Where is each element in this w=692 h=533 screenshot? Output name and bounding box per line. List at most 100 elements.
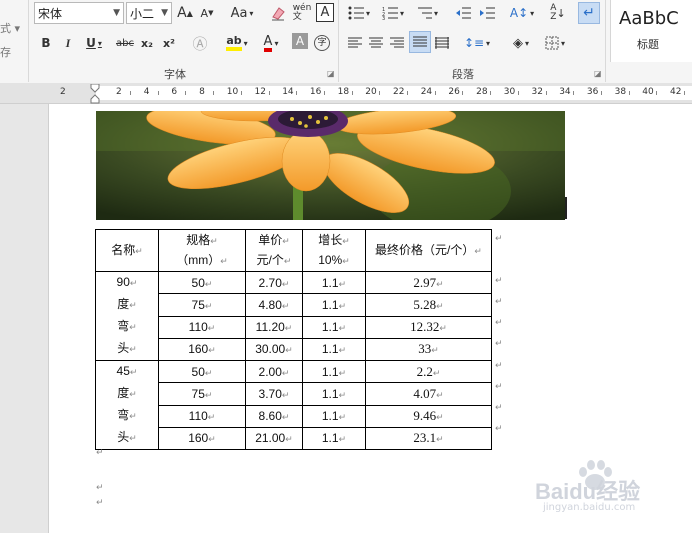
unit-price-cell[interactable]: 2.70↵ [245,270,303,295]
header-line-1: 最终价格（元/个） [375,242,475,257]
grow-font-button[interactable]: A ▲ [176,2,194,24]
enclose-char-button[interactable]: 字 [313,32,331,54]
growth-cell[interactable]: 1.1↵ [302,382,366,406]
highlight-button[interactable]: ab ▾ [222,32,252,54]
superscript-button[interactable]: x² [160,32,178,54]
font-color-button[interactable]: A ▾ [256,32,286,54]
unit-price-cell[interactable]: 2.00↵ [245,359,303,384]
price-table[interactable]: 名称↵ 规格↵ （mm）↵ 单价↵ 元/个↵ 增长↵ 10%↵ 最终价格（元/个）↵ 90↵ 度↵… [95,229,492,451]
text-direction-button[interactable]: A↕ ▾ [506,2,538,24]
char-shading-button[interactable]: A [292,33,308,49]
ruler-tick [684,91,685,95]
unit-price-cell[interactable]: 11.20↵ [245,315,303,339]
final-price-cell[interactable]: 33↵ [365,337,492,362]
spec-cell[interactable]: 50↵ [158,270,246,295]
strike-label: abc [116,37,134,49]
ruler-number: 32 [531,87,543,97]
unit-price-cell[interactable]: 8.60↵ [245,404,303,428]
growth-cell[interactable]: 1.1↵ [302,270,366,295]
strikethrough-button[interactable]: abc [114,32,136,54]
header-cell[interactable]: 规格↵ （mm）↵ [158,229,246,272]
decrease-indent-button[interactable] [452,2,474,24]
style-gallery-item-title[interactable]: AaBbC 标题 [610,0,692,62]
unit-price-cell[interactable]: 21.00↵ [245,426,303,451]
numbering-button[interactable]: 1 2 3 ▾ [378,2,408,24]
align-center-button[interactable] [367,32,385,54]
unit-price-cell[interactable]: 30.00↵ [245,337,303,362]
align-left-button[interactable] [346,32,364,54]
paragraph-mark: ↵ [96,498,104,508]
spec-cell[interactable]: 75↵ [158,293,246,317]
ruler-tick [268,91,270,95]
header-line-2: 10% [318,252,343,267]
spec-cell[interactable]: 75↵ [158,382,246,406]
bullets-button[interactable]: ▾ [344,2,374,24]
underline-button[interactable]: U ▾ [82,32,106,54]
growth-cell[interactable]: 1.1↵ [302,315,366,339]
line-spacing-button[interactable]: ↕≡ ▾ [462,32,492,54]
shading-button[interactable]: ◈ ▾ [506,32,536,54]
row-end-mark: ↵ [495,403,503,413]
final-price-cell[interactable]: 9.46↵ [365,404,492,428]
header-cell[interactable]: 增长↵ 10%↵ [302,229,366,272]
cell-mark: ↵ [281,300,290,311]
group-name-char: 90 [116,275,130,289]
font-name-combo[interactable]: 宋体 ▼ [34,2,124,24]
font-size-combo[interactable]: 小二 ▼ [126,2,172,24]
header-cell[interactable]: 最终价格（元/个）↵ [365,229,492,272]
growth-cell[interactable]: 1.1↵ [302,293,366,317]
header-line-1: 规格 [186,232,211,247]
header-cell[interactable]: 单价↵ 元/个↵ [245,229,303,272]
clear-format-button[interactable] [268,2,288,24]
indent-marker-icon[interactable] [90,84,100,104]
char-shading-icon: A [295,34,305,48]
paragraph-dialog-launcher-icon[interactable]: ◪ [594,69,602,78]
change-case-button[interactable]: Aa ▾ [226,2,258,24]
final-price-cell[interactable]: 23.1↵ [365,426,492,451]
spec-cell[interactable]: 110↵ [158,315,246,339]
growth-cell[interactable]: 1.1↵ [302,337,366,362]
subscript-button[interactable]: x₂ [138,32,156,54]
ruler-number: 20 [365,87,377,97]
growth-cell[interactable]: 1.1↵ [302,426,366,451]
final-price-cell[interactable]: 2.97↵ [365,270,492,295]
cell-mark: ↵ [208,345,216,356]
borders-button[interactable]: ▾ [540,32,570,54]
unit-price-cell[interactable]: 3.70↵ [245,382,303,406]
final-price-cell[interactable]: 2.2↵ [365,359,492,384]
cell-mark: ↵ [281,367,290,378]
ruler-tick [296,91,298,95]
spec-cell[interactable]: 160↵ [158,426,246,451]
cell-mark: ↵ [129,367,138,377]
multilevel-list-button[interactable]: ▾ [412,2,442,24]
phonetic-guide-button[interactable]: wén 文 [292,2,312,24]
final-price-cell[interactable]: 12.32↵ [365,315,492,339]
char-border-button[interactable]: A [316,3,334,22]
distributed-button[interactable] [433,32,451,54]
italic-button[interactable]: I [60,32,76,54]
growth-cell[interactable]: 1.1↵ [302,359,366,384]
growth-cell[interactable]: 1.1↵ [302,404,366,428]
font-dialog-launcher-icon[interactable]: ◪ [327,69,335,78]
align-right-button[interactable] [388,32,406,54]
horizontal-ruler[interactable]: 2 2 4 6 8 10 12 14 16 18 20 22 24 26 28 30 32 34 36 38 40 42 [0,83,692,104]
show-marks-button[interactable]: ↵ [578,2,600,24]
unit-price-cell[interactable]: 4.80↵ [245,293,303,317]
shrink-font-button[interactable]: A ▼ [198,2,216,24]
spec-cell[interactable]: 50↵ [158,359,246,384]
spec-cell[interactable]: 160↵ [158,337,246,362]
group-name-cell[interactable]: 90↵ 度↵ 弯↵ 头↵ [95,271,159,361]
final-price-cell[interactable]: 4.07↵ [365,382,492,406]
ruler-number: 8 [199,87,205,97]
header-cell[interactable]: 名称↵ [95,229,159,272]
flower-photo[interactable] [96,111,565,220]
justify-button[interactable] [409,31,431,53]
sort-button[interactable]: A Z ↓ [548,2,568,24]
text-effects-button[interactable]: Ⓐ [190,32,210,54]
group-name-cell[interactable]: 45↵ 度↵ 弯↵ 头↵ [95,360,159,450]
increase-indent-button[interactable] [476,2,498,24]
final-price-cell[interactable]: 5.28↵ [365,293,492,317]
bold-button[interactable]: B [38,32,54,54]
numbered-list-icon: 123 [382,7,398,20]
spec-cell[interactable]: 110↵ [158,404,246,428]
